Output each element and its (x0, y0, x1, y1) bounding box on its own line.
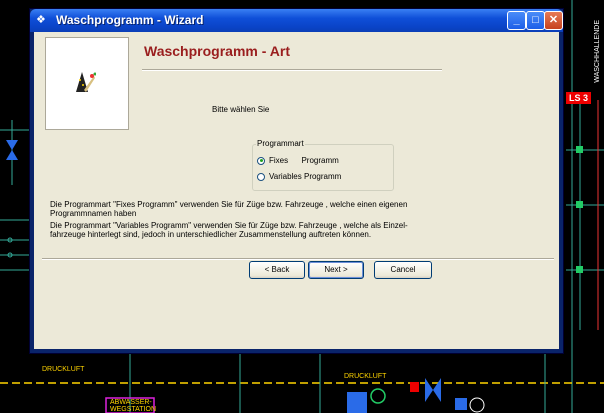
wizard-image-panel (45, 37, 129, 130)
next-button[interactable]: Next > (308, 261, 364, 279)
wizard-client-area: Waschprogramm - Art Bitte wählen Sie Pro… (34, 32, 559, 349)
close-button[interactable]: ✕ (544, 11, 563, 30)
heading-divider (142, 69, 442, 71)
group-label: Programmart (256, 139, 305, 148)
radio-fixes[interactable] (257, 156, 265, 165)
cad-label-ls3: LS 3 (566, 92, 592, 104)
wizard-hat-icon (76, 72, 96, 92)
description-fixes-line2: Programmnamen haben (50, 209, 137, 218)
option-fixes[interactable]: Fixes Programm (257, 156, 339, 165)
radio-variables[interactable] (257, 172, 265, 181)
back-button[interactable]: < Back (249, 261, 305, 279)
wizard-heading: Waschprogramm - Art (144, 43, 290, 59)
wizard-window: ❖ Waschprogramm - Wizard _ □ ✕ Waschprog… (29, 8, 564, 354)
button-separator (42, 258, 554, 260)
programmart-group: Programmart Fixes Programm Variables Pro… (252, 139, 394, 191)
option-variables-label: Variables Programm (269, 172, 342, 181)
maximize-button[interactable]: □ (526, 11, 545, 30)
option-fixes-label: Fixes Programm (269, 156, 339, 165)
cad-label-wegstation: WEGSTATION (110, 406, 157, 413)
minimize-button[interactable]: _ (507, 11, 526, 30)
cancel-button[interactable]: Cancel (374, 261, 432, 279)
description-variables-line1: Die Programmart "Variables Programm" ver… (50, 221, 408, 230)
cad-label-druckluft: DRUCKLUFT (42, 366, 85, 373)
app-icon: ❖ (36, 14, 46, 26)
cad-label-waschhallende: WASCHHALLENDE (594, 20, 601, 83)
option-variables[interactable]: Variables Programm (257, 172, 341, 181)
window-title: Waschprogramm - Wizard (56, 13, 204, 27)
cad-label-abwasser: ABWASSER- (110, 399, 152, 406)
description-variables-line2: fahrzeuge hinterlegt sind, jedoch in unt… (50, 230, 372, 239)
cad-label-druckluft-2: DRUCKLUFT (344, 373, 387, 380)
description-fixes-line1: Die Programmart "Fixes Programm" verwend… (50, 200, 408, 209)
title-bar[interactable]: ❖ Waschprogramm - Wizard _ □ ✕ (30, 9, 563, 32)
selection-prompt: Bitte wählen Sie (212, 105, 270, 114)
